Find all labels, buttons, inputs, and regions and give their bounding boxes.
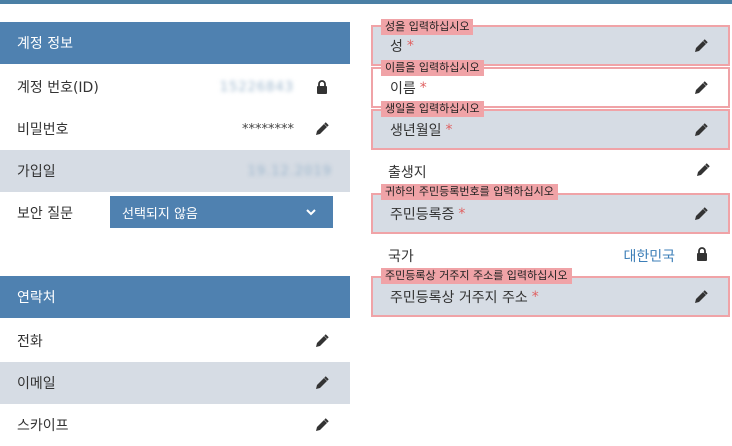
required-marker: *: [458, 205, 466, 222]
required-marker: *: [531, 288, 539, 305]
birthplace-label: 출생지: [388, 164, 427, 181]
contact-section-header: 연락처: [0, 276, 350, 318]
pencil-icon[interactable]: [314, 121, 330, 137]
resident-id-label: 주민등록증: [390, 206, 455, 223]
pencil-icon[interactable]: [694, 290, 710, 306]
country-value: 대한민국: [623, 248, 675, 265]
last-name-label: 성: [390, 38, 403, 55]
lock-icon: [696, 247, 712, 263]
lock-icon: [314, 79, 330, 95]
top-accent-bar: [0, 0, 732, 4]
pencil-icon[interactable]: [314, 417, 330, 433]
pencil-icon[interactable]: [314, 375, 330, 391]
phone-row: 전화: [0, 320, 350, 362]
first-name-label: 이름: [390, 80, 416, 97]
pencil-icon[interactable]: [694, 81, 710, 97]
required-marker: *: [419, 79, 427, 96]
residential-address-label: 주민등록상 거주지 주소: [390, 289, 528, 306]
first-name-error: 이름을 입력하십시오: [381, 60, 484, 76]
password-label: 비밀번호: [17, 122, 69, 138]
account-id-label: 계정 번호(ID): [17, 80, 99, 96]
residential-address-error: 주민등록상 거주지 주소를 입력하십시오: [381, 268, 572, 284]
join-date-row: 가입일 19.12.2019: [0, 150, 350, 192]
email-row: 이메일: [0, 362, 350, 404]
chevron-down-icon: [303, 204, 319, 220]
skype-row: 스카이프: [0, 404, 350, 446]
email-label: 이메일: [17, 376, 56, 392]
password-row: 비밀번호 ********: [0, 108, 350, 150]
pencil-icon[interactable]: [696, 163, 712, 179]
phone-label: 전화: [17, 334, 43, 350]
account-section-title: 계정 정보: [17, 36, 73, 52]
account-id-row: 계정 번호(ID) 15226843: [0, 66, 350, 108]
pencil-icon[interactable]: [314, 333, 330, 349]
security-question-label: 보안 질문: [17, 206, 73, 222]
security-question-value: 선택되지 않음: [122, 206, 198, 222]
contact-section-title: 연락처: [17, 290, 56, 306]
country-label: 국가: [388, 248, 414, 265]
pencil-icon[interactable]: [694, 39, 710, 55]
required-marker: *: [406, 37, 414, 54]
skype-label: 스카이프: [17, 418, 69, 434]
join-date-value: 19.12.2019: [247, 163, 332, 179]
last-name-error: 성을 입력하십시오: [381, 19, 474, 35]
account-id-value: 15226843: [219, 79, 294, 95]
resident-id-error: 귀하의 주민등록번호를 입력하십시오: [381, 184, 558, 200]
birth-date-label: 생년월일: [390, 122, 442, 139]
required-marker: *: [445, 121, 453, 138]
security-question-select[interactable]: 선택되지 않음: [110, 196, 333, 228]
password-value: ********: [242, 121, 294, 137]
pencil-icon[interactable]: [694, 123, 710, 139]
pencil-icon[interactable]: [694, 207, 710, 223]
account-section-header: 계정 정보: [0, 22, 350, 64]
join-date-label: 가입일: [17, 164, 56, 180]
birth-date-error: 생일을 입력하십시오: [381, 101, 484, 117]
